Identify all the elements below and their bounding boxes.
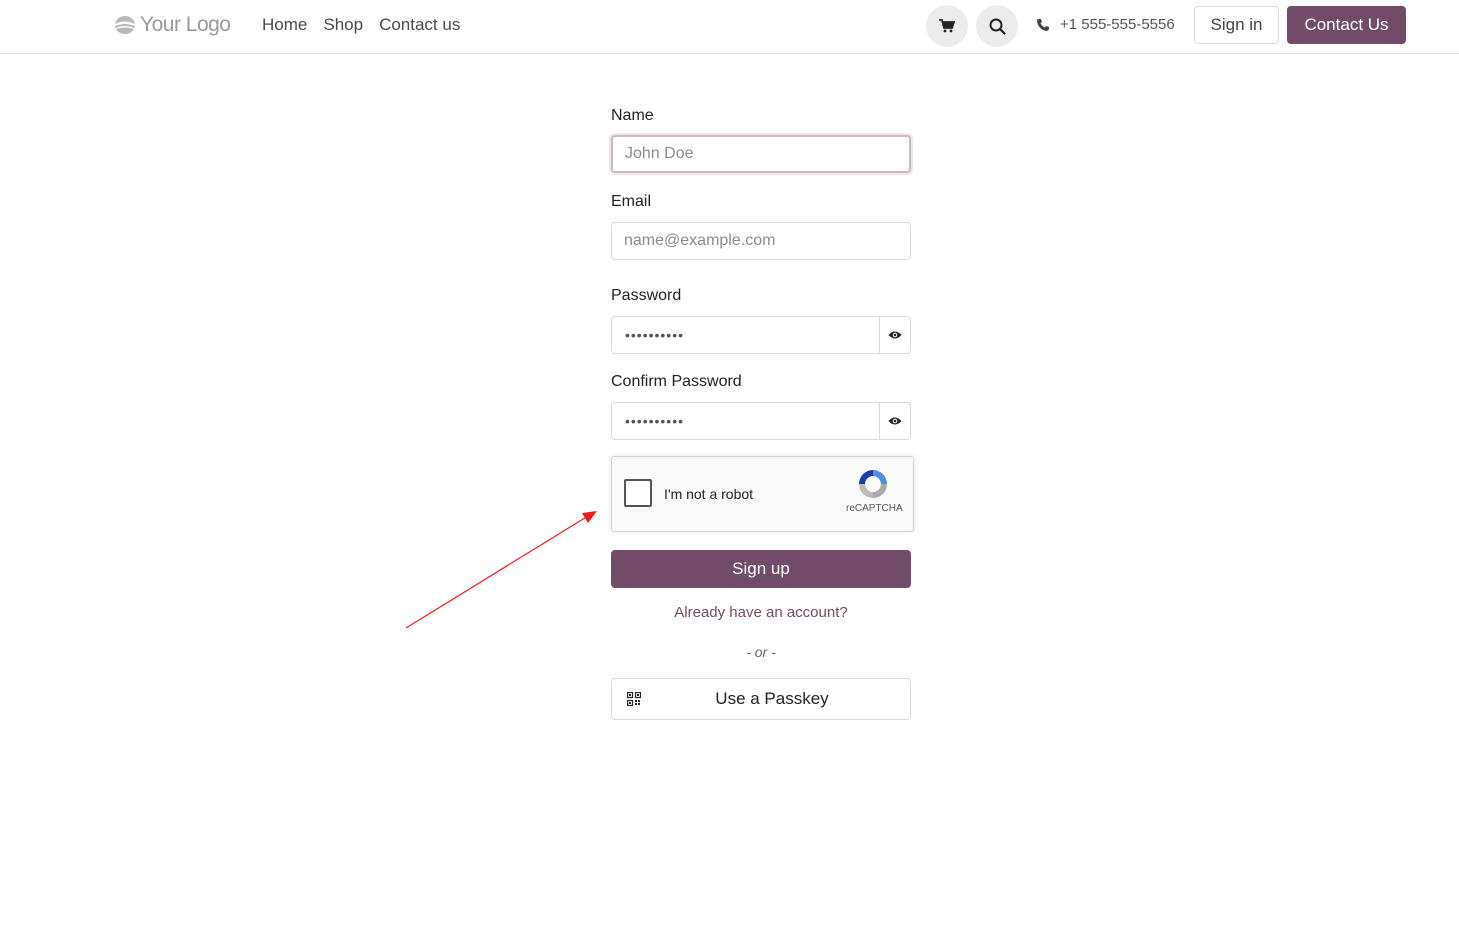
contact-us-button[interactable]: Contact Us <box>1287 6 1406 44</box>
use-passkey-label: Use a Passkey <box>715 689 829 708</box>
confirm-password-toggle-button[interactable] <box>879 403 910 439</box>
password-toggle-button[interactable] <box>879 317 910 353</box>
email-label: Email <box>611 193 652 210</box>
site-header: Your Logo Home Shop Contact us +1 555-55… <box>0 0 1459 54</box>
sign-in-button[interactable]: Sign in <box>1194 6 1279 44</box>
password-label: Password <box>611 287 682 304</box>
use-passkey-button[interactable]: Use a Passkey <box>611 678 911 720</box>
phone-number: +1 555-555-5556 <box>1060 16 1175 33</box>
sign-up-button[interactable]: Sign up <box>611 550 911 588</box>
confirm-password-group: •••••••••• <box>611 402 911 440</box>
recaptcha-brand: reCAPTCHA <box>846 503 903 514</box>
nav-home[interactable]: Home <box>262 15 307 35</box>
cart-icon <box>939 19 955 33</box>
nav-contact-us[interactable]: Contact us <box>379 15 460 35</box>
recaptcha-logo-icon <box>859 470 887 498</box>
confirm-password-label: Confirm Password <box>611 373 742 390</box>
already-have-account-link[interactable]: Already have an account? <box>611 604 911 621</box>
search-button[interactable] <box>976 5 1018 47</box>
logo-text: Your Logo <box>140 13 231 36</box>
logo-icon <box>115 16 135 34</box>
nav-shop[interactable]: Shop <box>323 15 363 35</box>
password-field[interactable]: •••••••••• <box>612 317 879 353</box>
or-divider: - or - <box>746 644 776 660</box>
recaptcha-checkbox[interactable] <box>624 479 652 507</box>
name-label: Name <box>611 107 654 124</box>
search-icon <box>989 18 1006 35</box>
email-field[interactable] <box>611 222 911 260</box>
phone-contact[interactable]: +1 555-555-5556 <box>1036 16 1175 33</box>
recaptcha-widget: I'm not a robot reCAPTCHA <box>611 456 914 532</box>
name-field[interactable] <box>611 135 911 173</box>
cart-button[interactable] <box>926 5 968 47</box>
logo[interactable]: Your Logo <box>114 12 231 38</box>
main-nav: Home Shop Contact us <box>262 15 460 35</box>
eye-icon <box>888 417 902 425</box>
password-group: •••••••••• <box>611 316 911 354</box>
recaptcha-label: I'm not a robot <box>664 486 754 502</box>
phone-icon <box>1037 18 1049 31</box>
confirm-password-field[interactable]: •••••••••• <box>612 403 879 439</box>
eye-icon <box>888 331 902 339</box>
